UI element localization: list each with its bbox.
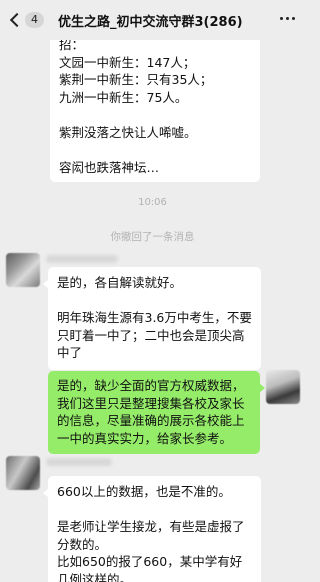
message-text: 是的，各自解读就好。 bbox=[57, 275, 183, 290]
message-bubble-incoming[interactable]: 是的，各自解读就好。 明年珠海生源有3.6万中考生，不要只盯着一中了；二中也会是… bbox=[43, 267, 261, 370]
timestamp: 10:06 bbox=[138, 197, 167, 208]
sender-name bbox=[46, 458, 112, 466]
message-bubble-incoming[interactable]: 招： 文园一中新生：147人； 紫荆一中新生：只有35人； 九洲一中新生：75人… bbox=[50, 28, 260, 182]
recall-notice: 你撤回了一条消息 bbox=[110, 231, 195, 243]
message-text: 明年珠海生源有3.6万中考生，不要只盯着一中了；二中也会是顶尖高中了 bbox=[57, 310, 252, 360]
chevron-left-icon bbox=[9, 12, 25, 28]
avatar[interactable] bbox=[266, 370, 300, 404]
avatar[interactable] bbox=[6, 456, 40, 490]
message-text: 是老师让学生接龙，有些是虚报了分数的。 比如650的报了660，某中学有好几例这… bbox=[57, 519, 245, 582]
message-bubble-outgoing[interactable]: 是的，缺少全面的官方权威数据，我们这里只是整理搜集各校及家长的信息，尽量准确的展… bbox=[48, 371, 265, 454]
message-text: 660以上的数据，也是不准的。 bbox=[57, 484, 231, 499]
sender-name bbox=[46, 255, 118, 263]
chat-header: 4 优生之路_初中交流守群3(286) bbox=[0, 0, 305, 40]
message-bubble-incoming[interactable]: 660以上的数据，也是不准的。 是老师让学生接龙，有些是虚报了分数的。 比如65… bbox=[43, 476, 261, 582]
back-button[interactable]: 4 bbox=[8, 10, 44, 30]
message-text: 容闳也跌落神坛… bbox=[59, 159, 160, 175]
message-text: 是的，缺少全面的官方权威数据，我们这里只是整理搜集各校及家长的信息，尽量准确的展… bbox=[57, 378, 245, 446]
message-text: 招： 文园一中新生：147人； 紫荆一中新生：只有35人； 九洲一中新生：75人… bbox=[59, 37, 213, 105]
unread-count-badge: 4 bbox=[25, 12, 44, 28]
avatar[interactable] bbox=[6, 253, 40, 287]
message-text: 紫荆没落之快让人唏嘘。 bbox=[59, 124, 197, 140]
more-options-icon[interactable] bbox=[280, 17, 295, 20]
chat-title: 优生之路_初中交流守群3(286) bbox=[58, 15, 243, 30]
